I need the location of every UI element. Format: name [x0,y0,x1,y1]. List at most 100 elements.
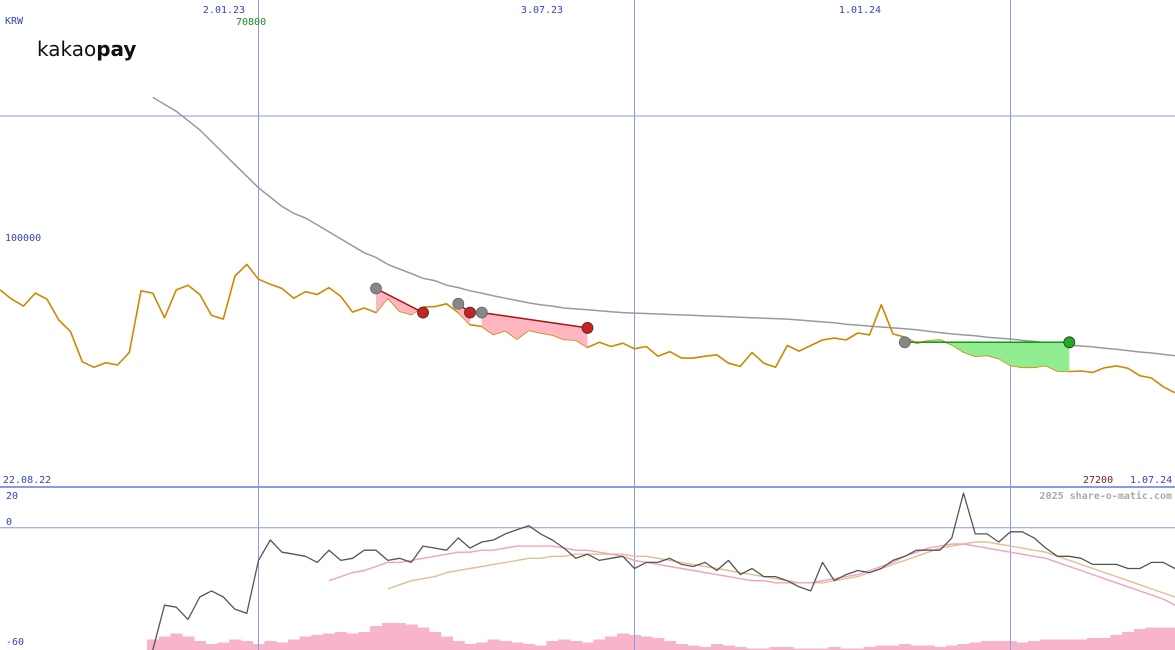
price-gridline-label: 100000 [5,233,41,244]
volume-bar [945,645,959,650]
volume-bar [887,645,900,650]
osc-tick-20: 20 [6,491,18,502]
volume-bar [158,636,171,650]
volume-bar [405,624,418,650]
volume-bar [1110,635,1123,650]
volume-bar [1157,627,1170,650]
volume-bar [229,639,242,650]
volume-bar [182,636,195,650]
volume-bar [240,641,254,650]
volume-bar [170,633,183,650]
signal-entry-marker [452,297,465,310]
volume-bar [323,633,336,650]
volume-bar [264,641,277,650]
signal-exit-marker [417,306,429,319]
volume-bar [299,636,312,650]
volume-bar [992,641,1006,650]
volume-bar [1028,641,1041,650]
signal-exit-marker [464,306,476,319]
date-tick-2: 3.07.23 [521,5,563,16]
volume-bar [969,642,982,650]
volume-bar [981,641,994,650]
signal-exit-marker [581,321,594,334]
volume-bar [370,626,383,650]
volume-bar [605,636,618,650]
chart: KRW kakaopay 2.01.23 3.07.23 1.01.24 708… [0,0,1175,650]
volume-bar [499,641,512,650]
volume-bar [922,645,935,650]
date-tick-1: 2.01.23 [203,5,245,16]
volume-bar [475,642,489,650]
volume-bar [663,641,677,650]
start-date-label: 22.08.22 [3,475,51,486]
volume-bar [569,641,583,650]
volume-bar [393,623,406,650]
volume-bar [417,627,430,650]
volume-bar [616,633,630,650]
volume-bar [217,642,230,650]
volume-bar [522,644,536,650]
oscillator-panel [152,492,1175,650]
volume-bar [875,645,888,650]
volume-bar [287,639,301,650]
volume-bar [957,644,970,650]
volume-bar [1145,627,1158,650]
chart-svg: KRW kakaopay 2.01.23 3.07.23 1.01.24 708… [0,0,1175,650]
volume-bar [652,638,665,650]
volume-bar [358,632,371,650]
volume-bar [276,642,289,650]
volume-bar [1075,639,1088,650]
volume-bar [722,645,735,650]
osc-tick-minus60: -60 [6,637,24,648]
volume-bar [311,635,324,650]
watermark: 2025 share-o-matic.com [1040,490,1172,502]
volume-bar [205,644,218,650]
volume-bar [1063,639,1076,650]
volume-bar [898,644,912,650]
signal-exit-marker [1063,336,1076,349]
volume-bar [687,645,700,650]
volume-bars [146,623,1175,650]
logo-bold: pay [96,37,136,61]
volume-bar [452,641,465,650]
volume-bar [1039,639,1053,650]
volume-bar [640,636,653,650]
signal-entry-marker [898,336,911,349]
volume-bar [675,644,688,650]
end-date-label: 1.07.24 [1130,475,1172,486]
volume-bar [558,639,571,650]
low-label: 27200 [1083,475,1113,486]
volume-bar [910,645,923,650]
volume-bar [346,633,359,650]
oscillator-slow-line [387,541,1175,598]
oscillator-line [152,492,1175,650]
volume-bar [1016,642,1029,650]
volume-bar [1133,629,1147,650]
osc-tick-0: 0 [6,517,12,528]
signal-entry-marker [370,282,382,295]
volume-bar [534,645,547,650]
moving-average-line [152,96,1175,357]
volume-bar [593,639,606,650]
volume-bar [440,636,453,650]
logo: kakaopay [37,37,136,61]
volume-bar [1051,639,1064,650]
logo-light: kakao [37,37,96,61]
volume-bar [1169,627,1175,650]
volume-bar [464,644,477,650]
volume-bar [511,642,524,650]
volume-bar [1086,638,1100,650]
high-label: 70800 [236,17,266,28]
date-tick-3: 1.01.24 [839,5,881,16]
volume-bar [1122,632,1135,650]
currency-label: KRW [5,16,24,27]
volume-bar [710,644,724,650]
volume-bar [428,632,442,650]
volume-bar [381,623,395,650]
volume-bar [546,641,559,650]
signal-entry-marker [475,306,488,319]
volume-bar [581,642,594,650]
volume-bar [334,632,348,650]
volume-bar [487,639,500,650]
volume-bar [1098,638,1111,650]
